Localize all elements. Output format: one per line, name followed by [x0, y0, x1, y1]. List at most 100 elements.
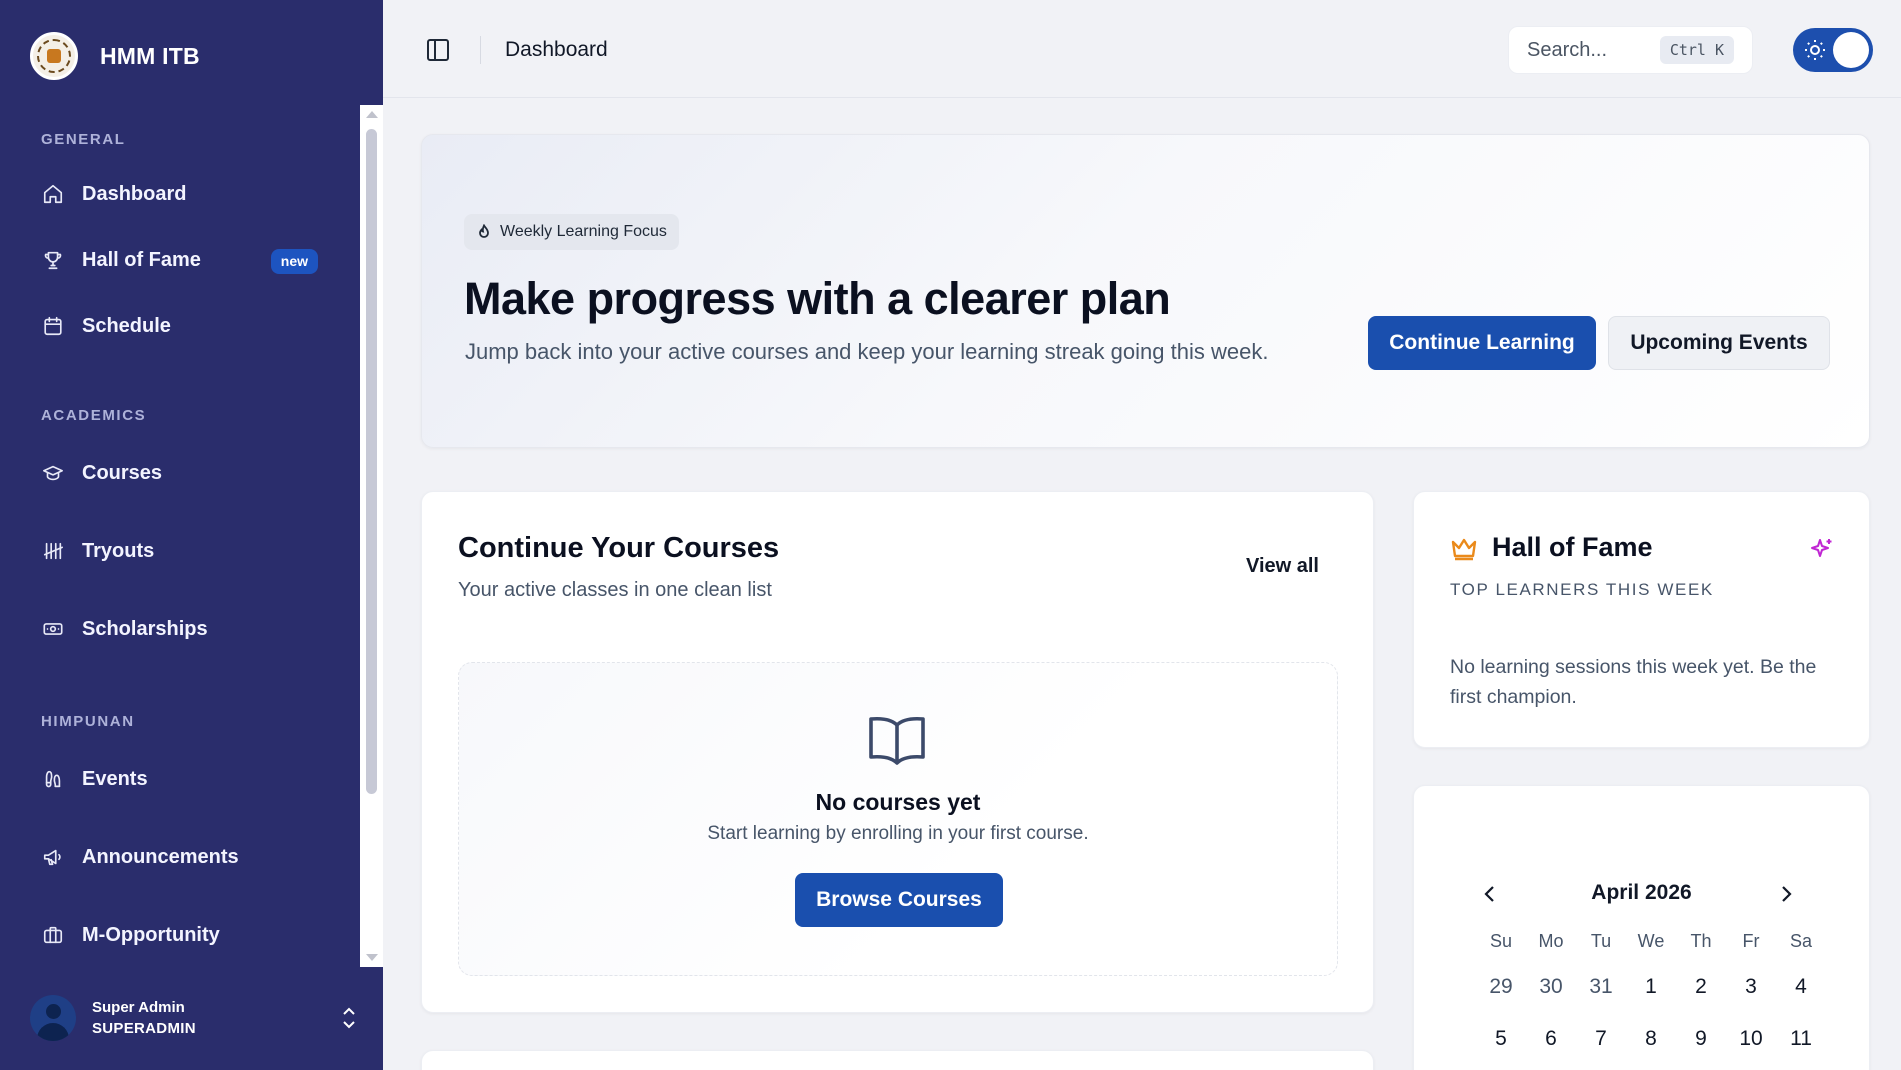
- next-card-peek: [421, 1050, 1374, 1070]
- browse-courses-button[interactable]: Browse Courses: [795, 873, 1003, 927]
- sidebar-item-tryouts[interactable]: Tryouts: [20, 525, 340, 577]
- calendar-day[interactable]: 9: [1676, 1013, 1726, 1065]
- hero-title: Make progress with a clearer plan: [464, 273, 1171, 324]
- sidebar-item-hall-of-fame[interactable]: Hall of Fame new: [20, 234, 340, 286]
- calendar-day[interactable]: 29: [1476, 961, 1526, 1013]
- calendar-day[interactable]: 8: [1626, 1013, 1676, 1065]
- calendar-month: April 2026: [1591, 881, 1692, 904]
- book-open-icon: [867, 713, 927, 767]
- sidebar-item-courses[interactable]: Courses: [20, 447, 340, 499]
- chip-label: Weekly Learning Focus: [500, 223, 667, 240]
- banknote-icon: [42, 618, 64, 640]
- calendar-day[interactable]: 7: [1576, 1013, 1626, 1065]
- theme-toggle[interactable]: [1793, 28, 1873, 72]
- sidebar-item-label: Tryouts: [82, 539, 155, 562]
- sidebar-item-label: Schedule: [82, 314, 171, 337]
- top-bar: Dashboard Search... Ctrl K: [383, 0, 1901, 98]
- calendar-day[interactable]: 30: [1526, 961, 1576, 1013]
- trophy-icon: [42, 249, 64, 271]
- hall-of-fame-card: Hall of Fame TOP LEARNERS THIS WEEK No l…: [1413, 491, 1870, 748]
- view-all-link[interactable]: View all: [1246, 555, 1319, 578]
- hall-of-fame-message: No learning sessions this week yet. Be t…: [1450, 656, 1817, 708]
- weekday-label: Su: [1489, 931, 1513, 951]
- sidebar-toggle-icon[interactable]: [425, 37, 451, 63]
- hero-card: Weekly Learning Focus Make progress with…: [421, 134, 1870, 448]
- section-label-academics: ACADEMICS: [41, 407, 147, 424]
- sidebar: HMM ITB GENERAL Dashboard Hall of Fame n…: [0, 0, 383, 1070]
- sparkles-icon: [1809, 536, 1835, 562]
- sidebar-item-label: Events: [82, 767, 148, 790]
- continue-learning-button[interactable]: Continue Learning: [1368, 316, 1596, 370]
- hmm-itb-logo: [30, 32, 78, 80]
- app-name: HMM ITB: [100, 42, 200, 69]
- avatar: [30, 995, 76, 1041]
- courses-subtitle: Your active classes in one clean list: [458, 579, 772, 601]
- sidebar-item-label: M-Opportunity: [82, 923, 220, 946]
- calendar-grid: Su Mo Tu We Th Fr Sa 29 30 31 1 2 3 4 5 …: [1476, 931, 1826, 1065]
- calendar-icon: [42, 315, 64, 337]
- courses-card: Continue Your Courses Your active classe…: [421, 491, 1374, 1013]
- hero-subtitle: Jump back into your active courses and k…: [465, 339, 1269, 364]
- chevron-right-icon[interactable]: [1774, 882, 1798, 906]
- scrollbar-thumb[interactable]: [366, 129, 377, 794]
- calendar-day[interactable]: 31: [1576, 961, 1626, 1013]
- search-input[interactable]: Search... Ctrl K: [1508, 26, 1753, 74]
- empty-title: No courses yet: [815, 789, 981, 815]
- sidebar-item-schedule[interactable]: Schedule: [20, 300, 340, 352]
- megaphone-icon: [42, 846, 64, 868]
- user-role: SUPERADMIN: [92, 1020, 196, 1037]
- sidebar-item-announcements[interactable]: Announcements: [20, 831, 340, 883]
- sidebar-item-events[interactable]: Events: [20, 753, 340, 805]
- calendar-day[interactable]: 1: [1626, 961, 1676, 1013]
- breadcrumb: Dashboard: [505, 38, 608, 61]
- weekday-label: Mo: [1538, 931, 1564, 951]
- sidebar-item-scholarships[interactable]: Scholarships: [20, 603, 340, 655]
- briefcase-icon: [42, 924, 64, 946]
- search-placeholder: Search...: [1527, 38, 1608, 61]
- graduation-cap-icon: [42, 462, 64, 484]
- flame-icon: [479, 224, 489, 238]
- weekday-label: Tu: [1590, 931, 1612, 951]
- empty-courses-state: No courses yet Start learning by enrolli…: [458, 662, 1338, 976]
- sidebar-item-label: Announcements: [82, 845, 239, 868]
- search-shortcut: Ctrl K: [1659, 36, 1734, 64]
- crown-icon: [1450, 536, 1478, 562]
- brand[interactable]: HMM ITB: [30, 32, 200, 80]
- scroll-up-arrow[interactable]: [366, 111, 378, 118]
- hall-of-fame-subtitle: TOP LEARNERS THIS WEEK: [1450, 580, 1714, 599]
- weekday-label: Fr: [1742, 931, 1760, 951]
- chevrons-up-down-icon[interactable]: [338, 1005, 360, 1031]
- scroll-down-arrow[interactable]: [366, 954, 378, 961]
- calendar-day[interactable]: 6: [1526, 1013, 1576, 1065]
- user-name: Super Admin: [92, 999, 185, 1016]
- section-label-himpunan: HIMPUNAN: [41, 713, 135, 730]
- empty-subtitle: Start learning by enrolling in your firs…: [707, 823, 1089, 844]
- home-icon: [42, 183, 64, 205]
- hall-of-fame-title: Hall of Fame: [1492, 532, 1653, 562]
- user-menu[interactable]: Super Admin SUPERADMIN: [30, 995, 360, 1041]
- calendar-day[interactable]: 5: [1476, 1013, 1526, 1065]
- calendar-day[interactable]: 3: [1726, 961, 1776, 1013]
- topbar-divider: [480, 36, 481, 64]
- new-badge: new: [270, 249, 318, 274]
- calendar-day[interactable]: 4: [1776, 961, 1826, 1013]
- weekday-label: Sa: [1789, 931, 1813, 951]
- weekday-label: Th: [1690, 931, 1712, 951]
- courses-title: Continue Your Courses: [458, 532, 780, 564]
- weekly-focus-chip: Weekly Learning Focus: [464, 214, 679, 250]
- sidebar-item-label: Hall of Fame: [82, 248, 201, 271]
- upcoming-events-button[interactable]: Upcoming Events: [1608, 316, 1830, 370]
- weekday-label: We: [1637, 931, 1665, 951]
- sidebar-item-label: Dashboard: [82, 182, 187, 205]
- sun-icon: [1803, 38, 1827, 62]
- sidebar-item-label: Courses: [82, 461, 163, 484]
- sidebar-item-dashboard[interactable]: Dashboard: [20, 168, 340, 220]
- calendar-card: April 2026 Su Mo Tu We Th Fr Sa 29 30 31…: [1413, 785, 1870, 1070]
- tally-icon: [42, 540, 64, 562]
- calendar-day[interactable]: 11: [1776, 1013, 1826, 1065]
- footprints-icon: [42, 768, 64, 790]
- calendar-day[interactable]: 2: [1676, 961, 1726, 1013]
- sidebar-item-m-opportunity[interactable]: M-Opportunity: [20, 909, 340, 961]
- sidebar-scrollbar[interactable]: [360, 105, 383, 967]
- calendar-day[interactable]: 10: [1726, 1013, 1776, 1065]
